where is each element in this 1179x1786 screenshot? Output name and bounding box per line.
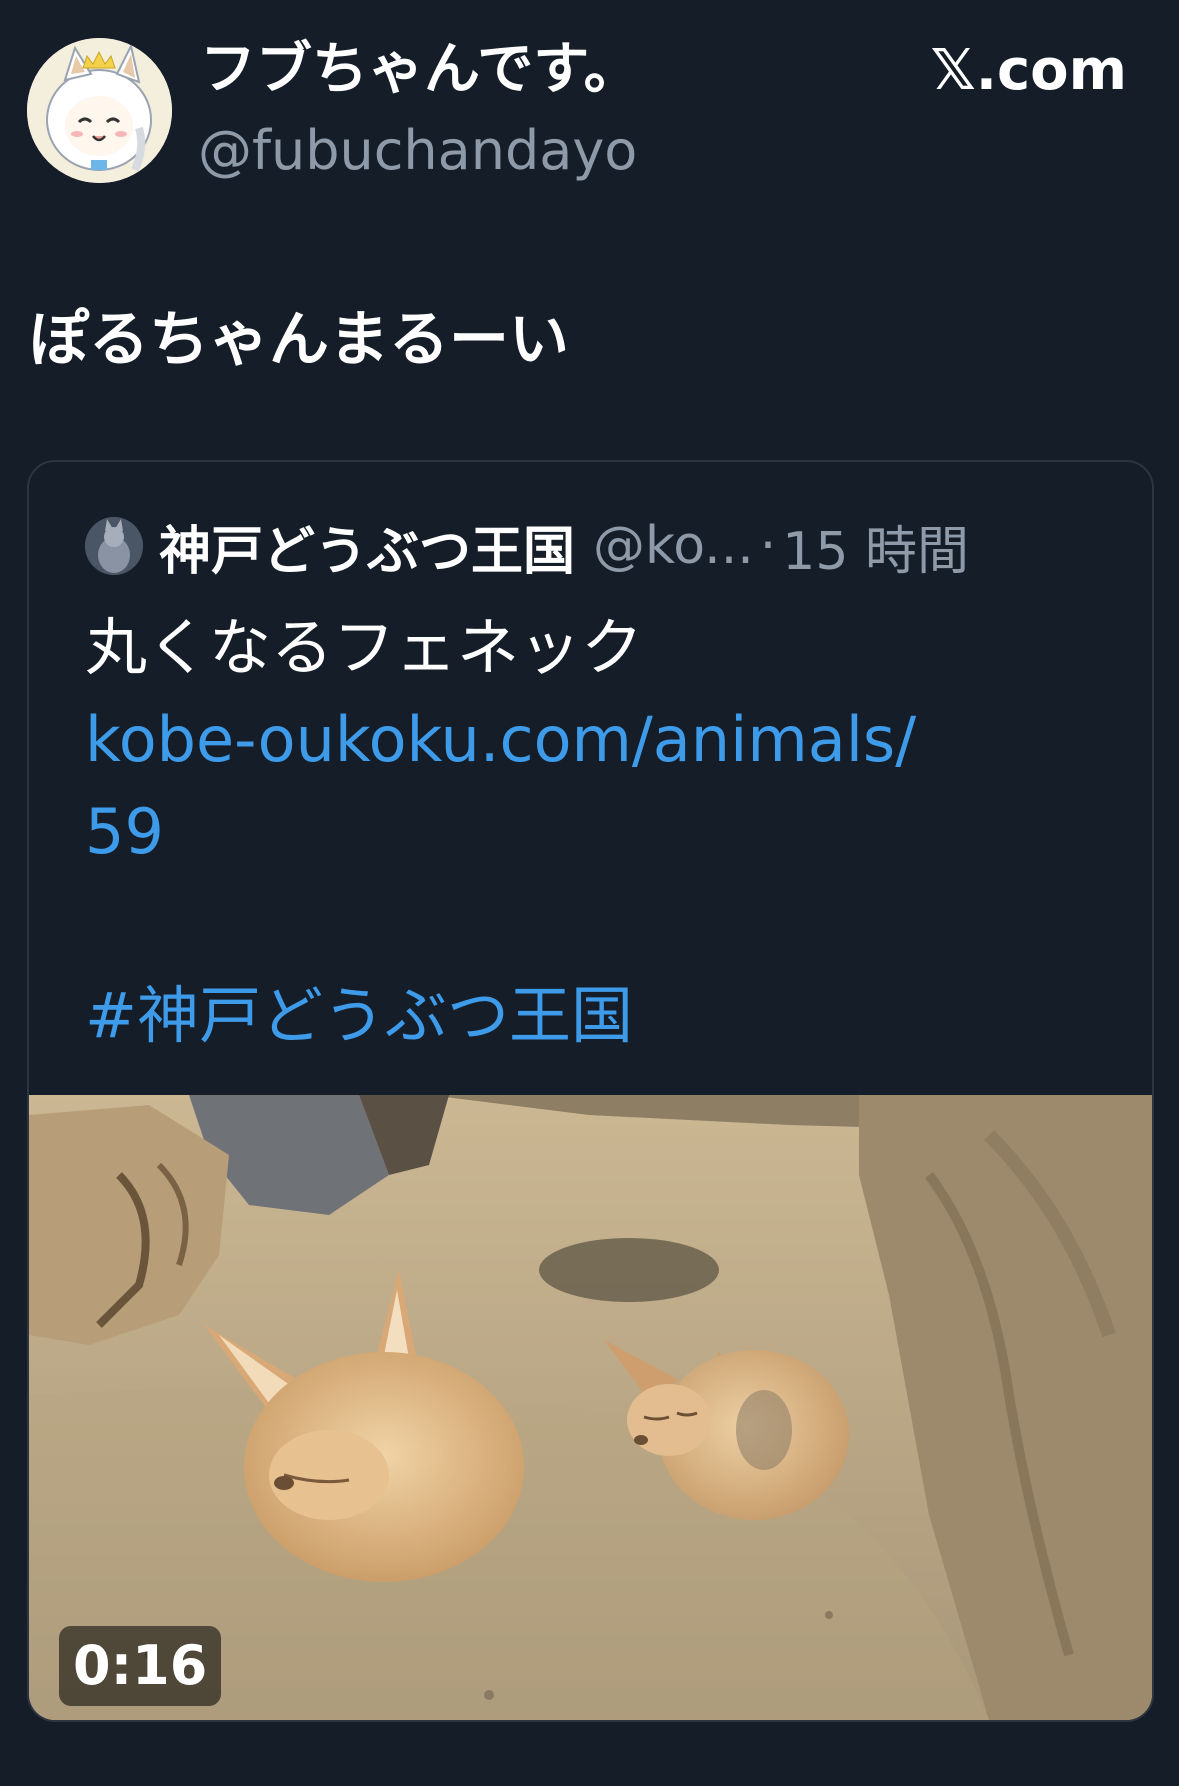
- quoted-tweet-body: 丸くなるフェネック kobe-oukoku.com/animals/ 59 #神…: [85, 602, 1105, 1062]
- author-display-name[interactable]: フブちゃんです。: [200, 34, 640, 106]
- quoted-link-line-1[interactable]: kobe-oukoku.com/animals/: [85, 694, 1105, 786]
- quoted-tweet-card[interactable]: 神戸どうぶつ王国 @ko... · 15 時間 丸くなるフェネック kobe-o…: [27, 460, 1154, 1722]
- x-brand-label: 𝕏.com: [930, 38, 1127, 103]
- quoted-tweet-header: 神戸どうぶつ王国 @ko... · 15 時間: [85, 514, 969, 582]
- quoted-timestamp[interactable]: 15 時間: [782, 509, 969, 584]
- tweet-text: ぽるちゃんまるーい: [29, 305, 569, 375]
- separator-dot: ·: [759, 516, 777, 576]
- quoted-hashtag[interactable]: #神戸どうぶつ王国: [85, 970, 1105, 1062]
- tweet-header: フブちゃんです。 @fubuchandayo 𝕏.com: [0, 0, 1179, 200]
- quoted-author-avatar[interactable]: [85, 517, 143, 575]
- author-avatar[interactable]: [27, 38, 172, 183]
- quoted-author-name[interactable]: 神戸どうぶつ王国: [159, 509, 575, 584]
- author-handle[interactable]: @fubuchandayo: [198, 116, 637, 186]
- video-duration-badge: 0:16: [59, 1626, 222, 1706]
- quoted-author-handle[interactable]: @ko...: [593, 516, 754, 576]
- quoted-link-line-2[interactable]: 59: [85, 786, 1105, 878]
- video-thumbnail[interactable]: 0:16: [29, 1095, 1152, 1720]
- quoted-tweet-text: 丸くなるフェネック: [85, 611, 644, 684]
